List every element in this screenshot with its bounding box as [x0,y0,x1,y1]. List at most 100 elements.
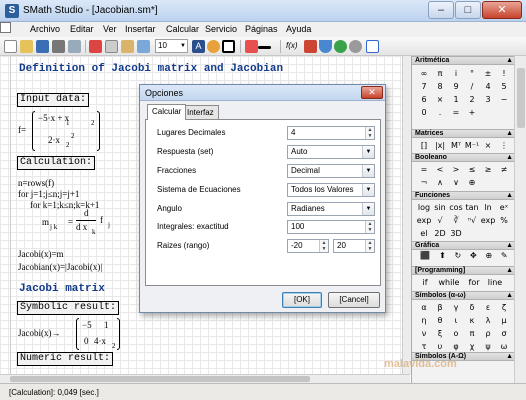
greek-key[interactable]: ο [448,327,464,340]
greek-key[interactable]: μ [496,314,512,327]
document-icon[interactable] [0,22,11,33]
spinner-arrows-icon[interactable]: ▲ ▼ [365,127,374,139]
worksheet-horizontal-scrollbar[interactable] [0,374,410,383]
arithmetic-key[interactable]: ∞ [416,67,432,80]
arithmetic-key[interactable]: 8 [432,80,448,93]
arithmetic-key[interactable]: 6 [416,93,432,106]
palette-icon[interactable] [207,40,220,53]
integral-accuracy-spinner[interactable]: 100 ▲ ▼ [287,220,375,234]
greek-key[interactable]: δ [464,301,480,314]
arithmetic-key[interactable]: − [496,93,512,106]
panel-scroll-thumb[interactable] [517,68,525,128]
matrix-key[interactable]: Mᵀ [448,139,464,152]
arithmetic-key[interactable]: ! [496,67,512,80]
arithmetic-key[interactable]: π [432,67,448,80]
greek-key[interactable]: λ [480,314,496,327]
arithmetic-key[interactable]: 2 [464,93,480,106]
matrix-key[interactable]: ⋮ [496,139,512,152]
line-icon[interactable] [258,46,271,49]
greek-key[interactable]: ι [448,314,464,327]
new-icon[interactable] [4,40,17,53]
matrix-key[interactable]: × [480,139,496,152]
text-bold-icon[interactable]: A [192,40,205,53]
arithmetic-key[interactable]: ° [464,67,480,80]
panel-header-programming[interactable]: [Programming] ▲ [412,266,515,275]
greek-key[interactable]: ζ [496,301,512,314]
function-key[interactable]: 2D [432,227,448,240]
dialog-close-button[interactable]: ✕ [361,86,383,99]
greek-key[interactable]: α [416,301,432,314]
function-key[interactable]: cos [448,201,464,214]
arithmetic-key[interactable]: 5 [496,80,512,93]
worksheet-vertical-scrollbar[interactable] [402,56,411,374]
zoom-icon[interactable]: ⊕ [485,251,492,264]
function-key[interactable]: exp [480,214,496,227]
rotate-icon[interactable]: ↻ [455,251,462,264]
arithmetic-key[interactable]: 1 [448,93,464,106]
stop-icon[interactable] [349,40,362,53]
tab-calcular[interactable]: Calcular [147,104,187,120]
graph-style-icon[interactable]: ✎ [501,251,508,264]
angle-select[interactable]: Radianes ▼ [287,202,375,216]
boolean-key[interactable]: ¬ [416,176,432,189]
zoom-select[interactable]: 10 ▼ [155,39,188,53]
move-icon[interactable]: ✥ [470,251,477,264]
panel-scrollbar[interactable] [514,56,526,383]
function-key[interactable]: ln [480,201,496,214]
panel-toggle-icon[interactable] [366,40,379,53]
greek-key[interactable]: π [464,327,480,340]
answer-set-select[interactable]: Auto ▼ [287,145,375,159]
fractions-select[interactable]: Decimal ▼ [287,164,375,178]
arithmetic-key[interactable]: i [448,67,464,80]
calculation-label[interactable]: Calculation: [17,156,96,170]
symbolic-result-label[interactable]: Symbolic result: [17,301,120,315]
function-key[interactable]: sin [432,201,448,214]
undo-icon[interactable] [137,40,150,53]
arithmetic-key[interactable]: = [448,106,464,119]
close-button[interactable]: ✕ [482,1,522,19]
boolean-key[interactable]: ≥ [480,163,496,176]
menu-editar[interactable]: Editar [70,24,94,34]
matrix-key[interactable]: |x| [432,139,448,152]
input-data-label[interactable]: Input data: [17,93,90,107]
arithmetic-key[interactable]: 7 [416,80,432,93]
greek-key[interactable]: ρ [480,327,496,340]
boolean-key[interactable]: > [448,163,464,176]
greek-key[interactable]: κ [464,314,480,327]
print-preview-icon[interactable] [68,40,81,53]
plot-2d-icon[interactable]: ⬛ [420,251,430,264]
ok-button[interactable]: [OK] [282,292,322,308]
scroll-thumb[interactable] [10,376,310,382]
roots-max-spinner[interactable]: 20 ▲ ▼ [333,239,375,253]
menu-insertar[interactable]: Insertar [125,24,156,34]
arrow-up-icon[interactable]: ⬆ [439,251,446,264]
calculate-icon[interactable] [334,40,347,53]
menu-paginas[interactable]: Páginas [245,24,278,34]
maximize-button[interactable]: □ [455,1,481,19]
boolean-key[interactable]: ≤ [464,163,480,176]
calculator-icon[interactable] [245,40,258,53]
function-key[interactable]: log [416,201,432,214]
menu-calcular[interactable]: Calcular [166,24,199,34]
arithmetic-key[interactable]: 0 [416,106,432,119]
border-icon[interactable] [222,40,235,53]
boolean-key[interactable]: ∨ [448,176,464,189]
prog-if[interactable]: if [416,276,434,289]
spinner-arrows-icon[interactable]: ▲ ▼ [365,221,374,233]
greek-key[interactable]: ε [480,301,496,314]
greek-key[interactable]: η [416,314,432,327]
filter-icon[interactable] [319,40,332,53]
function-key[interactable]: exp [416,214,432,227]
function-key[interactable]: % [496,214,512,227]
prog-for[interactable]: for [464,276,484,289]
function-key[interactable]: el [416,227,432,240]
boolean-key[interactable]: < [432,163,448,176]
boolean-key[interactable]: ≠ [496,163,512,176]
cut-icon[interactable] [89,40,102,53]
print-icon[interactable] [52,40,65,53]
cancel-button[interactable]: [Cancel] [328,292,380,308]
matrix-key[interactable]: M⁻¹ [464,139,480,152]
arithmetic-key[interactable]: / [464,80,480,93]
arithmetic-key[interactable]: 3 [480,93,496,106]
panel-header-boolean[interactable]: Booleano ▲ [412,153,515,162]
